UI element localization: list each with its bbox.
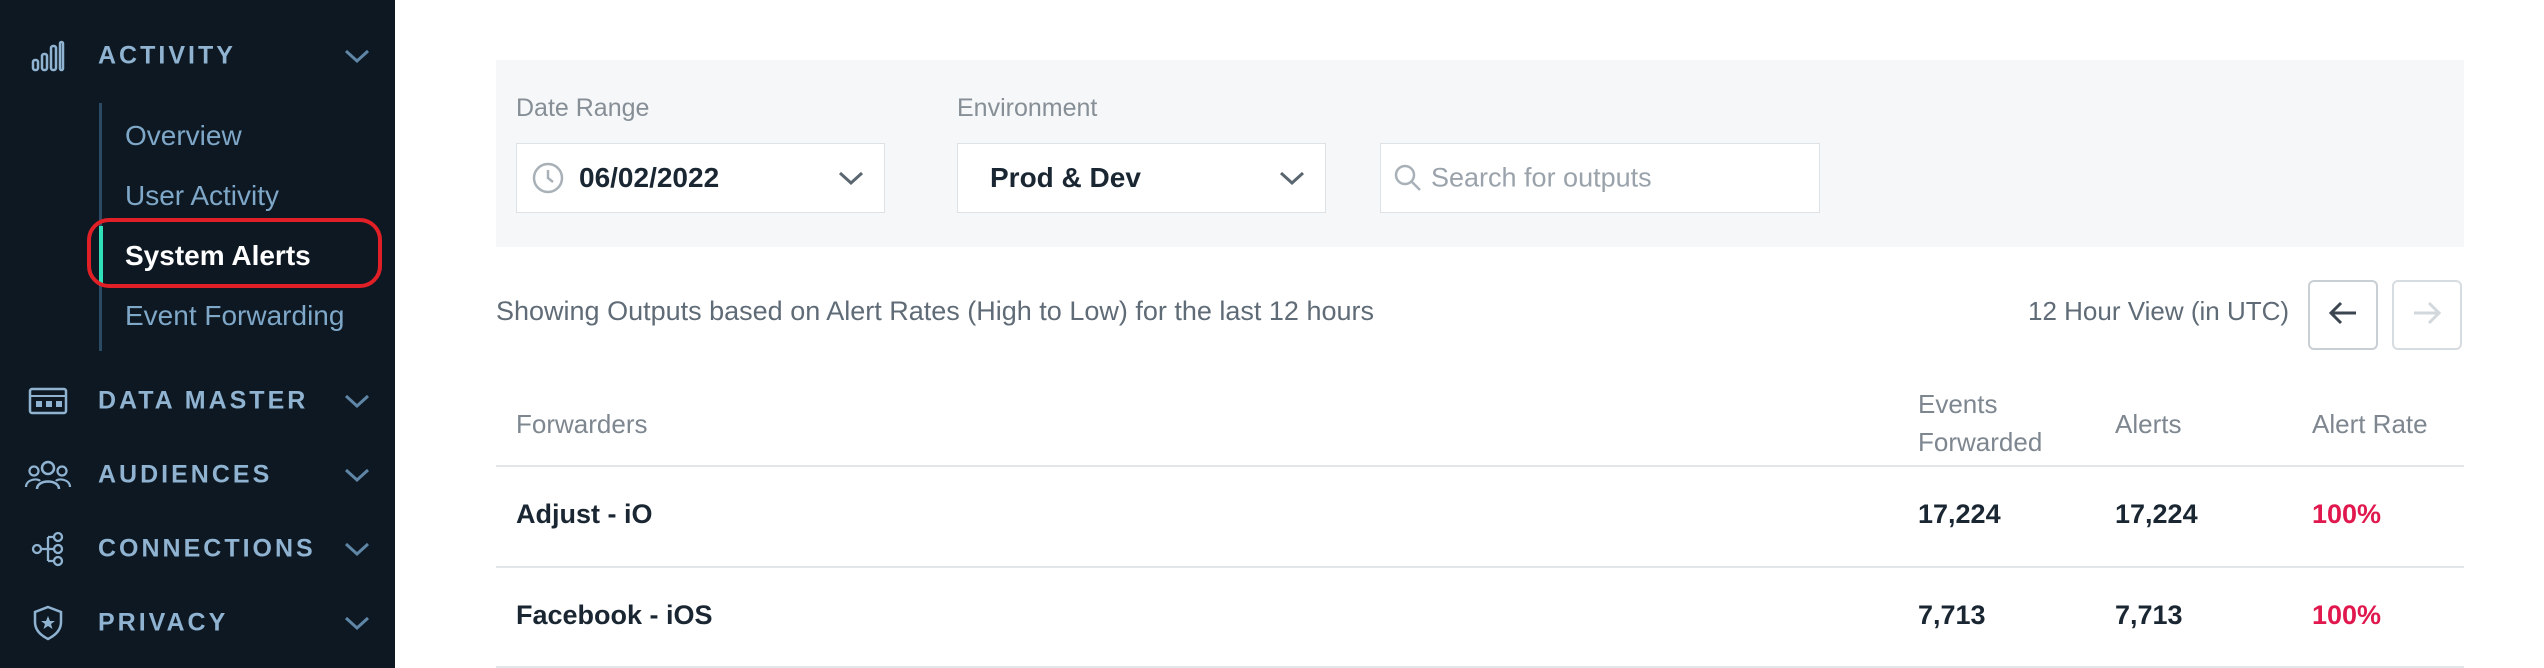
- chevron-down-icon[interactable]: [342, 613, 372, 633]
- cell-forwarder: Adjust - iO: [516, 499, 653, 529]
- data-master-icon: [24, 381, 72, 421]
- nav-section-data-master[interactable]: DATA MASTER: [0, 371, 395, 431]
- connections-icon: [24, 529, 72, 569]
- sidebar-item-user-activity[interactable]: User Activity: [125, 180, 279, 212]
- chevron-down-icon: [1277, 168, 1307, 188]
- environment-value: Prod & Dev: [990, 162, 1141, 193]
- chevron-down-icon[interactable]: [342, 391, 372, 411]
- shield-icon: [24, 603, 72, 643]
- sidebar: ACTIVITY Overview User Activity System A…: [0, 0, 395, 668]
- chevron-down-icon[interactable]: [342, 46, 372, 66]
- column-header-events-forwarded[interactable]: Events Forwarded: [1918, 385, 2042, 461]
- environment-select[interactable]: Prod & Dev: [957, 143, 1326, 213]
- highlight-annotation: [87, 218, 382, 288]
- cell-alerts: 17,224: [2115, 499, 2198, 529]
- column-header-events-line2: Forwarded: [1918, 427, 2043, 457]
- arrow-left-icon: [2327, 300, 2359, 331]
- nav-label-connections: CONNECTIONS: [98, 534, 316, 563]
- cell-alert-rate: 100%: [2312, 499, 2382, 529]
- date-range-value: 06/02/2022: [579, 162, 720, 193]
- view-label: 12 Hour View (in UTC): [2028, 296, 2290, 326]
- nav-section-audiences[interactable]: AUDIENCES: [0, 445, 395, 505]
- nav-section-connections[interactable]: CONNECTIONS: [0, 519, 395, 579]
- sidebar-item-overview[interactable]: Overview: [125, 120, 242, 152]
- date-range-select[interactable]: 06/02/2022: [516, 143, 885, 213]
- nav-label-audiences: AUDIENCES: [98, 460, 273, 489]
- column-header-forwarders[interactable]: Forwarders: [516, 405, 647, 443]
- search-input[interactable]: Search for outputs: [1380, 143, 1820, 213]
- cell-events: 17,224: [1918, 499, 2001, 529]
- chevron-down-icon[interactable]: [342, 539, 372, 559]
- sidebar-item-event-forwarding[interactable]: Event Forwarding: [125, 300, 344, 332]
- nav-label-activity: ACTIVITY: [98, 41, 236, 70]
- chevron-down-icon[interactable]: [342, 465, 372, 485]
- table-divider: [496, 465, 2464, 467]
- people-icon: [24, 455, 72, 495]
- clock-icon: [531, 161, 565, 195]
- nav-label-data-master: DATA MASTER: [98, 386, 309, 415]
- nav-section-privacy[interactable]: PRIVACY: [0, 593, 395, 653]
- column-header-events-line1: Events: [1918, 389, 1998, 419]
- chevron-down-icon: [836, 168, 866, 188]
- next-button[interactable]: [2392, 280, 2462, 350]
- arrow-right-icon: [2411, 300, 2443, 331]
- previous-button[interactable]: [2308, 280, 2378, 350]
- search-icon: [1393, 163, 1423, 193]
- cell-forwarder: Facebook - iOS: [516, 600, 713, 630]
- nav-label-privacy: PRIVACY: [98, 608, 229, 637]
- column-header-alerts[interactable]: Alerts: [2115, 405, 2181, 443]
- column-header-alert-rate[interactable]: Alert Rate: [2312, 405, 2428, 443]
- cell-alert-rate: 100%: [2312, 600, 2382, 630]
- table-divider: [496, 566, 2464, 568]
- nav-section-activity[interactable]: ACTIVITY: [0, 26, 395, 86]
- search-placeholder: Search for outputs: [1431, 162, 1652, 193]
- bar-chart-icon: [24, 36, 72, 76]
- environment-label: Environment: [957, 94, 1098, 122]
- summary-text: Showing Outputs based on Alert Rates (Hi…: [496, 296, 1374, 326]
- date-range-label: Date Range: [516, 94, 650, 122]
- cell-events: 7,713: [1918, 600, 1986, 630]
- cell-alerts: 7,713: [2115, 600, 2183, 630]
